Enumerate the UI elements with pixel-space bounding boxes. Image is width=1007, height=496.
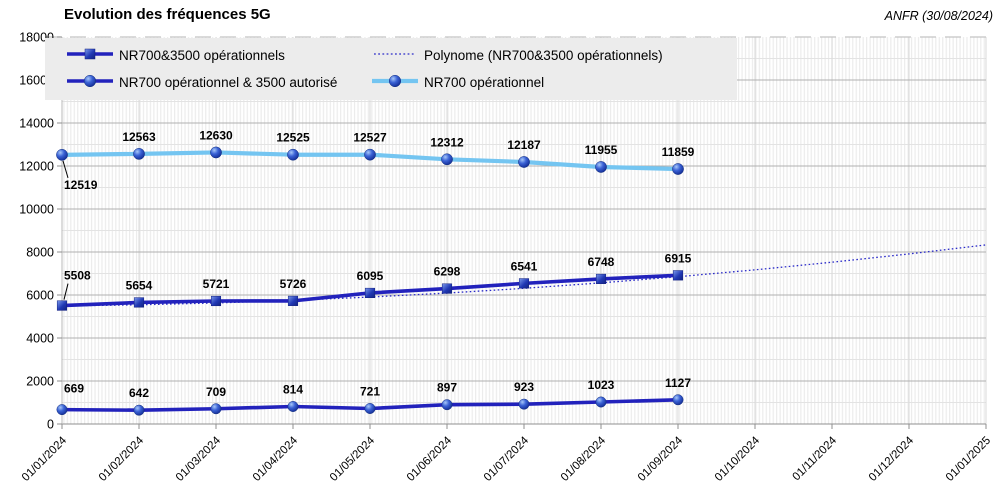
svg-text:709: 709 — [206, 385, 226, 399]
series-line-sphere-dark-icon — [67, 73, 113, 92]
legend-item-nr700-operationnel: NR700 opérationnel — [372, 73, 737, 92]
legend-label: Polynome (NR700&3500 opérationnels) — [424, 48, 663, 63]
svg-text:5654: 5654 — [126, 278, 153, 292]
legend-label: NR700&3500 opérationnels — [119, 48, 285, 63]
svg-text:6915: 6915 — [665, 251, 692, 265]
svg-text:6748: 6748 — [588, 255, 615, 269]
legend-item-nr700-op-3500-autorise: NR700 opérationnel & 3500 autorisé — [67, 73, 372, 92]
svg-text:01/03/2024: 01/03/2024 — [174, 434, 224, 484]
svg-text:01/12/2024: 01/12/2024 — [867, 434, 917, 484]
svg-text:14000: 14000 — [19, 117, 54, 131]
svg-text:01/01/2024: 01/01/2024 — [20, 434, 70, 484]
svg-text:5726: 5726 — [280, 277, 307, 291]
svg-text:01/08/2024: 01/08/2024 — [559, 434, 609, 484]
legend-label: NR700 opérationnel — [424, 75, 544, 90]
svg-text:10000: 10000 — [19, 203, 54, 217]
svg-text:721: 721 — [360, 384, 380, 398]
svg-text:01/05/2024: 01/05/2024 — [328, 434, 378, 484]
svg-text:12525: 12525 — [276, 131, 310, 145]
svg-text:12563: 12563 — [122, 130, 156, 144]
svg-text:01/11/2024: 01/11/2024 — [791, 434, 840, 483]
svg-text:0: 0 — [47, 418, 54, 432]
svg-text:11955: 11955 — [585, 143, 618, 157]
svg-text:01/09/2024: 01/09/2024 — [636, 434, 686, 484]
legend-item-polynome: Polynome (NR700&3500 opérationnels) — [372, 46, 737, 65]
svg-text:6541: 6541 — [511, 259, 538, 273]
svg-text:5721: 5721 — [203, 277, 230, 291]
svg-text:897: 897 — [437, 381, 457, 395]
svg-text:814: 814 — [283, 382, 303, 396]
svg-text:01/06/2024: 01/06/2024 — [405, 434, 455, 484]
svg-text:01/02/2024: 01/02/2024 — [97, 434, 147, 484]
series-line-sphere-light-icon — [372, 73, 418, 92]
svg-text:01/01/2025: 01/01/2025 — [944, 435, 993, 484]
svg-text:642: 642 — [129, 386, 149, 400]
legend-label: NR700 opérationnel & 3500 autorisé — [119, 75, 337, 90]
svg-text:6298: 6298 — [434, 265, 461, 279]
svg-text:2000: 2000 — [26, 375, 54, 389]
svg-text:12527: 12527 — [353, 131, 387, 145]
svg-text:923: 923 — [514, 380, 534, 394]
svg-text:01/07/2024: 01/07/2024 — [482, 434, 532, 484]
svg-text:12187: 12187 — [507, 138, 541, 152]
svg-text:6095: 6095 — [357, 269, 384, 283]
series-line-square-icon — [67, 46, 113, 65]
legend: NR700&3500 opérationnels Polynome (NR700… — [45, 38, 737, 100]
svg-text:01/10/2024: 01/10/2024 — [713, 434, 763, 484]
svg-text:12000: 12000 — [19, 160, 54, 174]
svg-text:5508: 5508 — [64, 269, 91, 283]
svg-text:1023: 1023 — [588, 378, 615, 392]
chart-page: Evolution des fréquences 5G ANFR (30/08/… — [0, 0, 1007, 496]
svg-text:669: 669 — [64, 382, 84, 396]
svg-text:01/04/2024: 01/04/2024 — [251, 434, 301, 484]
svg-text:6000: 6000 — [26, 289, 54, 303]
svg-text:4000: 4000 — [26, 332, 54, 346]
svg-text:8000: 8000 — [26, 246, 54, 260]
svg-text:12312: 12312 — [430, 135, 464, 149]
trend-dotted-line-icon — [372, 46, 418, 65]
svg-text:12630: 12630 — [199, 128, 233, 142]
legend-item-nr700-3500-operationnels: NR700&3500 opérationnels — [67, 46, 372, 65]
svg-text:12519: 12519 — [64, 178, 98, 192]
svg-text:11859: 11859 — [662, 145, 695, 159]
svg-text:1127: 1127 — [665, 376, 691, 390]
